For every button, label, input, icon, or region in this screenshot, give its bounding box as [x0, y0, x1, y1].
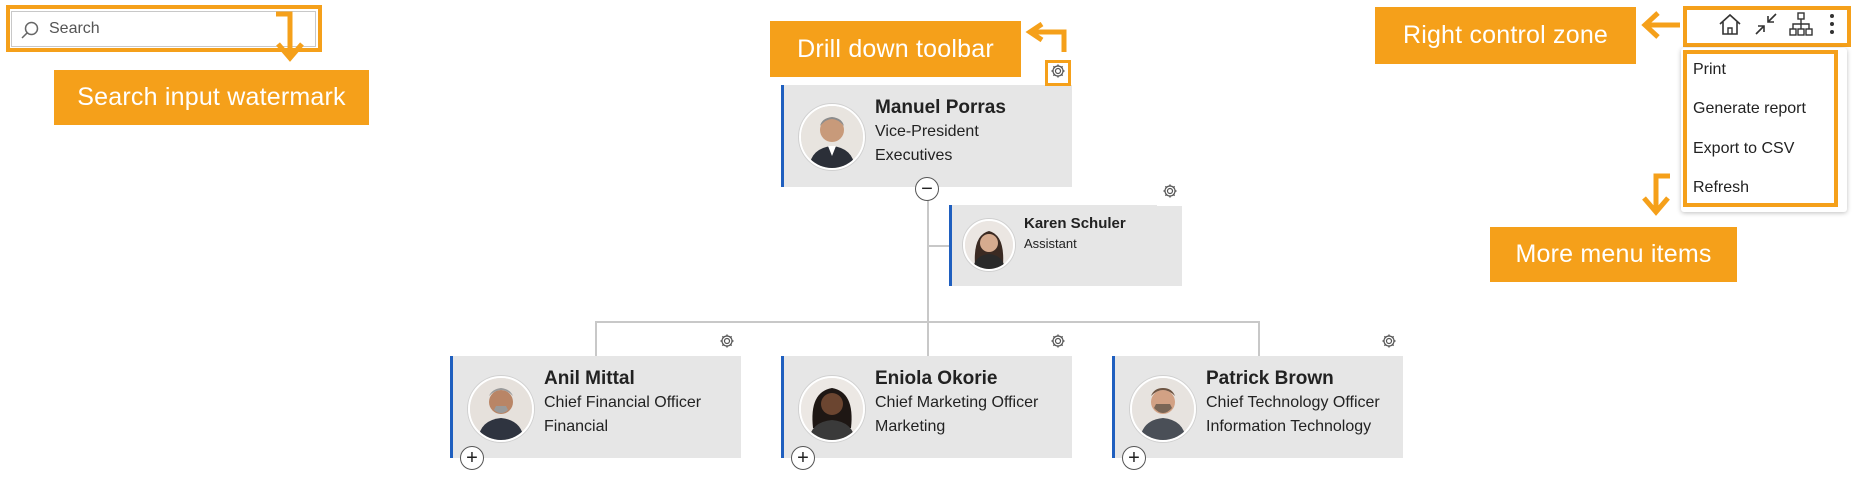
- expand-toggle-button[interactable]: +: [791, 446, 815, 470]
- node-name: Manuel Porras: [875, 97, 1006, 118]
- node-department: Financial: [544, 418, 609, 435]
- more-menu-highlight: [1683, 50, 1838, 207]
- drill-callout: Drill down toolbar: [770, 21, 1021, 77]
- avatar: [1130, 376, 1196, 442]
- plus-icon: +: [1128, 447, 1140, 469]
- search-callout-arrow: [276, 11, 304, 62]
- gear-button[interactable]: [1157, 180, 1183, 206]
- connector-child-3: [1258, 321, 1260, 356]
- org-chart-icon: [1788, 11, 1814, 42]
- connector-child-1: [595, 321, 597, 356]
- expand-toggle-button[interactable]: +: [460, 446, 484, 470]
- connector-child-2: [927, 321, 929, 356]
- gear-icon: [719, 333, 735, 354]
- more-button[interactable]: [1821, 12, 1843, 40]
- node-card-child[interactable]: Patrick Brown Chief Technology Officer I…: [1112, 356, 1403, 458]
- gear-icon: [1050, 333, 1066, 354]
- node-title: Chief Financial Officer: [544, 394, 702, 411]
- search-callout: Search input watermark: [54, 70, 369, 125]
- gear-icon: [1381, 333, 1397, 354]
- gear-icon: [1162, 183, 1178, 204]
- drill-down-gear-button[interactable]: [1045, 60, 1071, 86]
- connector-vertical: [927, 200, 929, 322]
- node-card-child[interactable]: Anil Mittal Chief Financial Officer Fina…: [450, 356, 741, 458]
- drill-callout-arrow: [1025, 22, 1067, 52]
- node-card-assistant[interactable]: Karen Schuler Assistant: [949, 205, 1182, 286]
- home-icon: [1717, 11, 1743, 42]
- minus-icon: −: [921, 178, 933, 200]
- node-name: Anil Mittal: [544, 368, 635, 389]
- node-name: Eniola Okorie: [875, 368, 998, 389]
- node-card-root[interactable]: Manuel Porras Vice-President Executives: [781, 85, 1072, 187]
- node-department: Marketing: [875, 418, 946, 435]
- gear-button[interactable]: [1376, 330, 1402, 356]
- collapse-toggle-button[interactable]: −: [915, 177, 939, 201]
- right-zone-callout: Right control zone: [1375, 7, 1636, 64]
- node-department: Information Technology: [1206, 418, 1372, 435]
- plus-icon: +: [797, 447, 809, 469]
- node-title: Chief Marketing Officer: [875, 394, 1039, 411]
- node-card-child[interactable]: Eniola Okorie Chief Marketing Officer Ma…: [781, 356, 1072, 458]
- node-title: Chief Technology Officer: [1206, 394, 1380, 411]
- expand-toggle-button[interactable]: +: [1122, 446, 1146, 470]
- node-title: Vice-President: [875, 123, 979, 140]
- gear-icon: [1050, 63, 1066, 84]
- node-name: Karen Schuler: [1024, 215, 1126, 232]
- collapse-icon: [1753, 11, 1779, 42]
- gear-button[interactable]: [714, 330, 740, 356]
- connector-assistant: [927, 245, 949, 247]
- layout-button[interactable]: [1787, 11, 1815, 42]
- right-zone-callout-arrow: [1641, 11, 1680, 39]
- node-name: Patrick Brown: [1206, 368, 1334, 389]
- more-vertical-icon: [1829, 12, 1835, 41]
- more-menu-callout: More menu items: [1490, 227, 1737, 282]
- avatar: [799, 376, 865, 442]
- avatar: [963, 219, 1015, 271]
- node-department: Executives: [875, 147, 953, 164]
- more-menu-callout-arrow: [1642, 173, 1670, 216]
- gear-button[interactable]: [1045, 330, 1071, 356]
- avatar: [799, 104, 865, 170]
- plus-icon: +: [466, 447, 478, 469]
- collapse-button[interactable]: [1752, 12, 1780, 40]
- home-button[interactable]: [1716, 12, 1744, 40]
- avatar: [468, 376, 534, 442]
- node-title: Assistant: [1024, 236, 1077, 251]
